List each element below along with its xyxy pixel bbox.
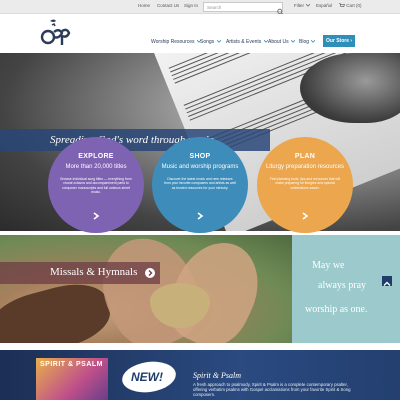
quote-line-1: May we bbox=[312, 260, 345, 271]
nav-about-us[interactable]: About Us bbox=[268, 39, 295, 45]
filter-dropdown[interactable]: Filter bbox=[294, 3, 311, 8]
quote-line-3: worship as one. bbox=[305, 304, 368, 315]
shop-title: SHOP bbox=[189, 153, 211, 160]
explore-circle[interactable]: EXPLORE More than 20,000 titles Browse i… bbox=[48, 137, 144, 233]
chevron-right-icon[interactable] bbox=[196, 212, 204, 220]
nav-label: About Us bbox=[268, 39, 289, 45]
explore-title: EXPLORE bbox=[78, 153, 114, 160]
chevron-right-icon[interactable] bbox=[301, 212, 309, 220]
home-link[interactable]: Home bbox=[138, 3, 150, 8]
cart-label: Cart (0) bbox=[346, 3, 362, 8]
language-link[interactable]: Español bbox=[316, 3, 332, 8]
filter-label: Filter bbox=[294, 3, 304, 8]
our-store-button[interactable]: Our Store › bbox=[323, 35, 355, 47]
nav-label: Blog bbox=[299, 39, 310, 45]
nav-songs[interactable]: Songs bbox=[200, 39, 221, 45]
new-badge-text: NEW! bbox=[131, 370, 163, 384]
nav-artists-events[interactable]: Artists & Events bbox=[226, 39, 268, 45]
arrow-circle-right-icon[interactable] bbox=[145, 268, 155, 278]
explore-description: Browse individual song titles — everythi… bbox=[60, 177, 132, 195]
search-icon[interactable] bbox=[277, 3, 284, 16]
sign-in-link[interactable]: Sign In bbox=[184, 3, 198, 8]
search-input[interactable]: Search bbox=[203, 2, 283, 12]
quote-line-2: always pray bbox=[318, 280, 367, 291]
cart-icon bbox=[339, 3, 345, 7]
chevron-down-icon bbox=[216, 40, 221, 43]
plan-title: PLAN bbox=[294, 153, 316, 160]
chevron-up-icon bbox=[383, 281, 391, 286]
shop-circle[interactable]: SHOP Music and worship programs Discover… bbox=[152, 137, 248, 233]
nav-blog[interactable]: Blog bbox=[299, 39, 316, 45]
chevron-down-icon bbox=[306, 4, 311, 7]
nav-label: Worship Resources bbox=[151, 39, 195, 45]
cart-link[interactable]: Cart (0) bbox=[339, 3, 362, 8]
promo-description: A fresh approach to psalmody, Spirit & P… bbox=[193, 382, 351, 398]
plan-description: Find planning tools, tips and resources … bbox=[269, 177, 341, 190]
chevron-down-icon bbox=[290, 40, 295, 43]
book-cover-title: SPIRIT & PSALM bbox=[40, 361, 104, 368]
explore-subtitle: More than 20,000 titles bbox=[65, 164, 127, 170]
hand-image bbox=[300, 53, 400, 123]
missals-hymnals-link[interactable]: Missals & Hymnals bbox=[50, 266, 137, 278]
nav-label: Artists & Events bbox=[226, 39, 262, 45]
chevron-down-icon bbox=[311, 40, 316, 43]
plan-circle[interactable]: PLAN Liturgy preparation resources Find … bbox=[257, 137, 353, 233]
promo-title: Spirit & Psalm bbox=[193, 371, 242, 380]
contact-us-link[interactable]: Contact Us bbox=[157, 3, 179, 8]
nav-label: Songs bbox=[200, 39, 215, 45]
chevron-right-icon[interactable] bbox=[92, 212, 100, 220]
shop-description: Discover the latest music and new releas… bbox=[164, 177, 236, 190]
top-utility-bar: Home Contact Us Sign In Search Filter Es… bbox=[0, 0, 400, 16]
ocp-logo[interactable] bbox=[40, 18, 72, 48]
shop-subtitle: Music and worship programs bbox=[161, 164, 239, 170]
nav-worship-resources[interactable]: Worship Resources bbox=[151, 39, 201, 45]
plan-subtitle: Liturgy preparation resources bbox=[265, 164, 345, 170]
scroll-top-button[interactable] bbox=[382, 276, 392, 286]
